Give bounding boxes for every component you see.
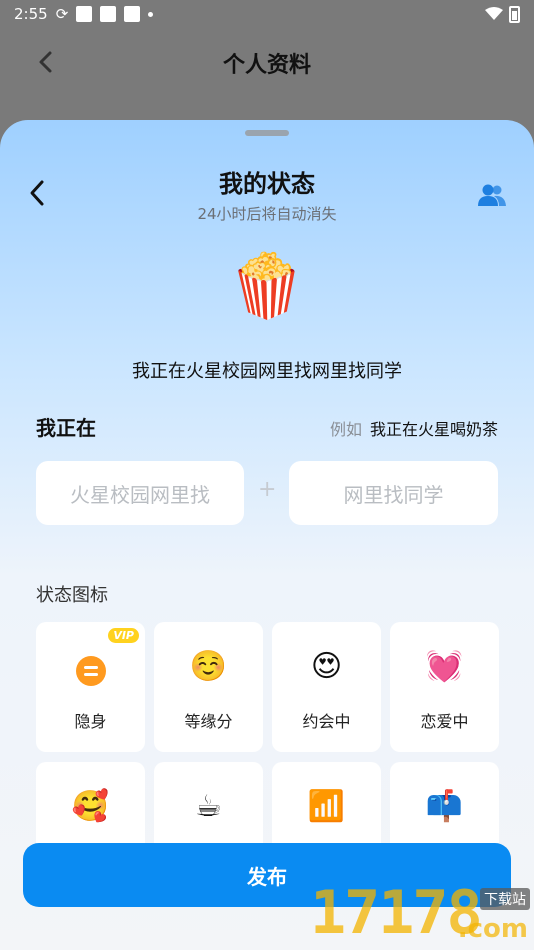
underlying-page-title: 个人资料	[222, 53, 311, 78]
section-label: 我正在	[36, 416, 96, 440]
status-option-hide[interactable]: VIP 隐身	[36, 622, 145, 752]
example-text: 我正在火星喝奶茶	[369, 420, 498, 439]
status-option-label: 恋爱中	[420, 712, 469, 731]
notification-icon	[76, 6, 93, 22]
sheet-title: 我的状态	[219, 170, 315, 198]
sheet-subtitle: 24小时后将自动消失	[197, 205, 337, 223]
vip-badge: VIP	[108, 628, 139, 643]
status-input-second[interactable]: 网里找同学	[289, 461, 498, 525]
more-notifications-icon	[148, 11, 154, 17]
watermark-suffix: .com	[457, 914, 528, 944]
hide-icon	[75, 656, 106, 686]
signal-bars-icon: 📶	[307, 789, 346, 824]
status-option-label: 等缘分	[184, 712, 233, 731]
example-hint: 例如 我正在火星喝奶茶	[330, 416, 498, 440]
watermark-logo: 17178 .com 下载站	[302, 878, 532, 948]
notification-icon	[100, 6, 117, 22]
status-icons-label: 状态图标	[36, 585, 108, 606]
popcorn-icon: 🍿	[228, 249, 306, 322]
status-option-dating[interactable]: 😍 约会中	[272, 622, 381, 752]
beating-heart-icon: 💓	[425, 649, 464, 684]
watermark-tag: 下载站	[480, 888, 530, 910]
mailbox-icon: 📫	[425, 789, 464, 824]
smiling-hearts-icon: 🥰	[71, 789, 110, 824]
status-time: 2:55	[14, 5, 48, 23]
friends-button[interactable]	[476, 180, 508, 210]
status-option-waiting[interactable]: ☺️ 等缘分	[154, 622, 263, 752]
example-prefix: 例如	[329, 420, 362, 439]
smiling-face-icon: ☺️	[189, 649, 228, 684]
notification-icon	[124, 6, 141, 22]
sheet-grabber[interactable]	[245, 130, 289, 136]
underlying-back-icon[interactable]	[36, 50, 56, 79]
battery-icon	[509, 5, 520, 23]
status-input-first[interactable]: 火星校园网里找	[36, 461, 244, 525]
status-option-label: 约会中	[302, 712, 351, 731]
coffee-icon: ☕	[195, 789, 222, 824]
status-sheet: 我的状态 24小时后将自动消失 🍿 我正在火星校园网里找网里找同学 我正在 例如…	[0, 120, 534, 950]
status-bar: 2:55 ⟳	[0, 0, 534, 28]
status-option-label: 隐身	[74, 712, 107, 731]
sync-icon: ⟳	[55, 5, 69, 23]
current-status-text: 我正在火星校园网里找网里找同学	[132, 361, 402, 382]
heart-eyes-icon: 😍	[310, 649, 343, 684]
status-option-in-love[interactable]: 💓 恋爱中	[390, 622, 499, 752]
people-icon	[478, 184, 506, 206]
plus-icon: +	[258, 477, 277, 502]
underlying-header: 个人资料	[0, 28, 534, 120]
wifi-icon	[485, 7, 503, 20]
watermark-number: 17178	[310, 878, 483, 948]
